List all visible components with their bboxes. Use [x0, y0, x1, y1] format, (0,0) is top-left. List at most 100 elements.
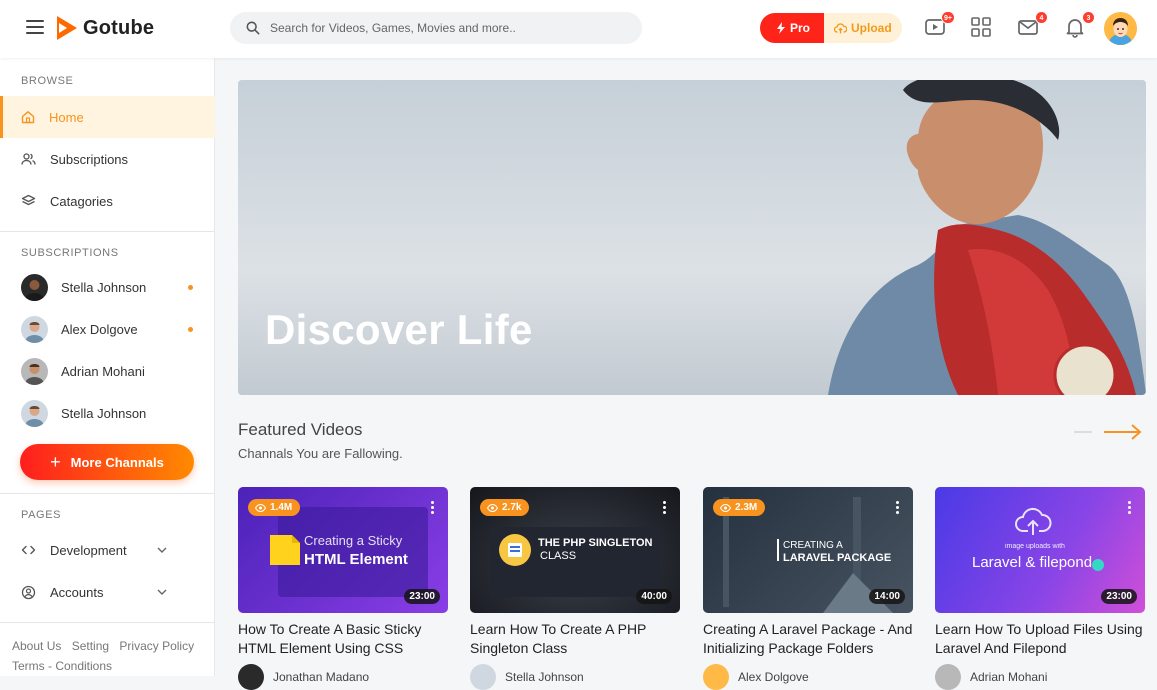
- subscription-name: Alex Dolgove: [61, 321, 138, 337]
- views-badge: 1.4M: [248, 499, 301, 516]
- chevron-down-icon[interactable]: [157, 547, 167, 553]
- more-channels-label: More Channals: [70, 454, 164, 470]
- avatar: [21, 357, 48, 385]
- sidebar-item-label: Subscriptions: [50, 151, 129, 167]
- video-card[interactable]: CREATING A LARAVEL PACKAGE 2.3M 14:00 Cr…: [703, 487, 913, 690]
- pages-heading: PAGES: [21, 509, 62, 521]
- video-thumbnail[interactable]: THE PHP SINGLETON CLASS 2.7k 40:00: [470, 487, 680, 613]
- sidebar-item-subscriptions[interactable]: Subscriptions: [0, 138, 215, 180]
- sidebar-item-label: Development: [50, 542, 127, 558]
- video-author[interactable]: Adrian Mohani: [935, 664, 1145, 690]
- video-title[interactable]: Creating A Laravel Package - And Initial…: [703, 620, 913, 658]
- new-content-indicator: [188, 326, 193, 332]
- sidebar-item-categories[interactable]: Catagories: [0, 180, 215, 222]
- avatar: [238, 664, 264, 690]
- upload-label: Upload: [851, 21, 892, 35]
- video-card[interactable]: THE PHP SINGLETON CLASS 2.7k 40:00 Learn…: [470, 487, 680, 690]
- search-bar[interactable]: [230, 12, 642, 44]
- upload-button[interactable]: Upload: [824, 13, 902, 43]
- views-badge: 2.3M: [713, 499, 766, 516]
- footer-link-about[interactable]: About Us: [12, 639, 61, 653]
- sidebar-item-accounts[interactable]: Accounts: [0, 571, 215, 613]
- author-name: Jonathan Madano: [273, 670, 370, 684]
- more-options-icon[interactable]: [431, 501, 435, 516]
- subscription-name: Stella Johnson: [61, 405, 147, 421]
- video-title[interactable]: Learn How To Upload Files Using Laravel …: [935, 620, 1145, 658]
- subscription-item[interactable]: Alex Dolgove: [0, 308, 215, 350]
- avatar: [703, 664, 729, 690]
- footer-link-setting[interactable]: Setting: [72, 639, 109, 653]
- thumbnail-text-line1: Creating a Sticky: [304, 533, 403, 548]
- more-channels-button[interactable]: + More Channals: [20, 444, 194, 480]
- apps-button[interactable]: [970, 16, 994, 40]
- more-options-icon[interactable]: [896, 501, 900, 516]
- pro-button[interactable]: Pro: [760, 13, 825, 43]
- author-name: Adrian Mohani: [970, 670, 1048, 684]
- eye-icon: [255, 503, 266, 512]
- sidebar-item-home[interactable]: Home: [0, 96, 215, 138]
- video-thumbnail[interactable]: CREATING A LARAVEL PACKAGE 2.3M 14:00: [703, 487, 913, 613]
- code-icon: [21, 545, 36, 555]
- video-author[interactable]: Stella Johnson: [470, 664, 680, 690]
- user-avatar[interactable]: [1104, 12, 1137, 45]
- home-icon: [21, 111, 35, 124]
- views-count: 2.3M: [735, 502, 758, 513]
- section-title: Featured Videos: [238, 420, 363, 439]
- video-title[interactable]: How To Create A Basic Sticky HTML Elemen…: [238, 620, 448, 658]
- carousel-controls: [1072, 424, 1142, 440]
- user-circle-icon: [21, 585, 36, 599]
- divider: [0, 622, 215, 623]
- next-arrow-icon[interactable]: [1104, 424, 1142, 440]
- thumbnail-text-line1: CREATING A: [783, 540, 843, 551]
- avatar: [21, 273, 48, 301]
- sidebar-item-label: Home: [49, 109, 84, 125]
- video-card[interactable]: Creating a Sticky HTML Element 1.4M 23:0…: [238, 487, 448, 690]
- footer-link-terms[interactable]: Terms - Conditions: [12, 659, 112, 673]
- avatar: [21, 315, 48, 343]
- search-input[interactable]: [270, 21, 610, 35]
- subscription-item[interactable]: Stella Johnson: [0, 392, 215, 434]
- video-thumbnail[interactable]: image uploads with Laravel & filepond 23…: [935, 487, 1145, 613]
- notifications-button[interactable]: 3: [1064, 11, 1095, 40]
- divider: [0, 231, 215, 232]
- duration-badge: 14:00: [869, 589, 905, 604]
- sidebar-item-label: Accounts: [50, 584, 104, 600]
- views-badge: 2.7k: [480, 499, 530, 516]
- video-thumbnail[interactable]: Creating a Sticky HTML Element 1.4M 23:0…: [238, 487, 448, 613]
- eye-icon: [720, 503, 731, 512]
- footer-link-privacy[interactable]: Privacy Policy: [119, 639, 194, 653]
- menu-icon[interactable]: [26, 20, 44, 34]
- video-notification-button[interactable]: 9+: [924, 11, 955, 40]
- subscriptions-heading: SUBSCRIPTIONS: [21, 247, 119, 259]
- thumbnail-text-line1: image uploads with: [1005, 543, 1065, 550]
- sidebar: BROWSE Home Subscriptions Catagories SUB…: [0, 58, 215, 676]
- grid-icon: [971, 17, 991, 37]
- hero-title: Discover Life: [265, 306, 533, 353]
- mail-button[interactable]: 4: [1017, 11, 1048, 40]
- sidebar-item-label: Catagories: [50, 193, 113, 209]
- new-content-indicator: [188, 284, 193, 290]
- more-options-icon[interactable]: [663, 501, 667, 516]
- top-bar: Gotube Pro Upload 9+ 4 3: [0, 0, 1157, 58]
- avatar-illustration: [1104, 12, 1137, 45]
- video-author[interactable]: Alex Dolgove: [703, 664, 913, 690]
- chevron-down-icon[interactable]: [157, 589, 167, 595]
- cloud-upload-icon: [834, 22, 848, 33]
- search-icon: [246, 21, 260, 35]
- logo[interactable]: Gotube: [57, 16, 154, 40]
- pro-label: Pro: [790, 21, 811, 35]
- more-options-icon[interactable]: [1128, 501, 1132, 516]
- video-card[interactable]: image uploads with Laravel & filepond 23…: [935, 487, 1145, 690]
- thumbnail-text-line2: HTML Element: [304, 551, 408, 568]
- sidebar-item-development[interactable]: Development: [0, 529, 215, 571]
- subscription-item[interactable]: Stella Johnson: [0, 266, 215, 308]
- hero-banner[interactable]: Discover Life: [238, 80, 1146, 395]
- video-author[interactable]: Jonathan Madano: [238, 664, 448, 690]
- subscription-item[interactable]: Adrian Mohani: [0, 350, 215, 392]
- app-name: Gotube: [83, 16, 155, 39]
- video-title[interactable]: Learn How To Create A PHP Singleton Clas…: [470, 620, 680, 658]
- views-count: 2.7k: [502, 502, 522, 513]
- users-icon: [21, 153, 36, 165]
- lightning-icon: [777, 22, 785, 34]
- video-badge: 9+: [941, 11, 955, 24]
